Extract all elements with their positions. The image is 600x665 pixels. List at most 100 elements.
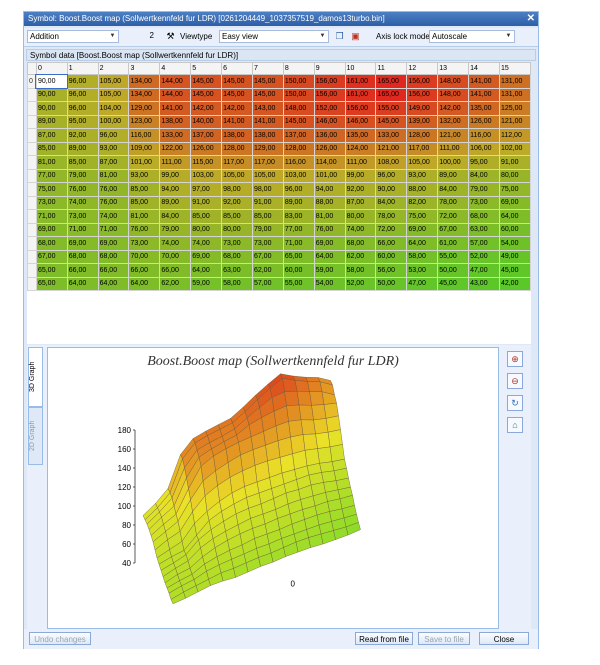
- map-cell[interactable]: 89,00: [282, 195, 315, 210]
- map-cell[interactable]: 52,00: [344, 276, 377, 291]
- map-cell[interactable]: 129,00: [251, 141, 284, 156]
- map-cell[interactable]: 117,00: [406, 141, 439, 156]
- undo-changes-button[interactable]: Undo changes: [29, 632, 91, 645]
- map-cell[interactable]: 62,00: [159, 276, 192, 291]
- map-cell[interactable]: 82,00: [406, 195, 439, 210]
- map-cell[interactable]: 71,00: [97, 222, 130, 237]
- map-cell[interactable]: 137,00: [282, 128, 315, 143]
- map-cell[interactable]: 128,00: [282, 141, 315, 156]
- map-cell[interactable]: 85,00: [128, 182, 161, 197]
- map-cell[interactable]: 97,00: [190, 182, 223, 197]
- map-cell[interactable]: 66,00: [128, 263, 161, 278]
- map-cell[interactable]: 65,00: [282, 249, 315, 264]
- map-cell[interactable]: 138,00: [159, 114, 192, 129]
- map-cell[interactable]: 93,00: [128, 168, 161, 183]
- map-cell[interactable]: 105,00: [97, 87, 130, 102]
- tab-2d-graph[interactable]: 2D Graph: [28, 407, 43, 465]
- map-cell[interactable]: 65,00: [35, 263, 68, 278]
- map-cell[interactable]: 144,00: [159, 74, 192, 89]
- map-cell[interactable]: 69,00: [313, 236, 346, 251]
- map-cell[interactable]: 50,00: [437, 263, 470, 278]
- map-cell[interactable]: 89,00: [159, 195, 192, 210]
- map-cell[interactable]: 148,00: [282, 101, 315, 116]
- map-cell[interactable]: 78,00: [437, 195, 470, 210]
- map-cell[interactable]: 96,00: [66, 101, 99, 116]
- map-cell[interactable]: 156,00: [313, 87, 346, 102]
- map-cell[interactable]: 84,00: [159, 209, 192, 224]
- map-cell[interactable]: 76,00: [313, 222, 346, 237]
- map-cell[interactable]: 74,00: [66, 195, 99, 210]
- map-cell[interactable]: 126,00: [190, 141, 223, 156]
- map-cell[interactable]: 69,00: [97, 236, 130, 251]
- map-cell[interactable]: 101,00: [313, 168, 346, 183]
- map-cell[interactable]: 104,00: [97, 101, 130, 116]
- map-cell[interactable]: 146,00: [344, 114, 377, 129]
- map-cell[interactable]: 77,00: [35, 168, 68, 183]
- map-cell[interactable]: 84,00: [375, 195, 408, 210]
- map-cell[interactable]: 84,00: [468, 168, 500, 183]
- map-cell[interactable]: 61,00: [437, 236, 470, 251]
- map-cell[interactable]: 133,00: [159, 128, 192, 143]
- map-cell[interactable]: 62,00: [344, 249, 377, 264]
- map-cell[interactable]: 76,00: [97, 182, 130, 197]
- map-cell[interactable]: 89,00: [35, 114, 68, 129]
- map-cell[interactable]: 50,00: [375, 276, 408, 291]
- map-cell[interactable]: 76,00: [97, 195, 130, 210]
- map-cell[interactable]: 105,00: [406, 155, 439, 170]
- map-cell[interactable]: 79,00: [66, 168, 99, 183]
- axis-lock-select[interactable]: Autoscale ▼: [429, 30, 515, 43]
- map-cell[interactable]: 68,00: [221, 249, 253, 264]
- map-cell[interactable]: 75,00: [406, 209, 439, 224]
- map-cell[interactable]: 47,00: [468, 263, 500, 278]
- map-cell[interactable]: 76,00: [66, 182, 99, 197]
- map-cell[interactable]: 90,00: [375, 182, 408, 197]
- map-cell[interactable]: 74,00: [344, 222, 377, 237]
- map-cell[interactable]: 91,00: [498, 155, 532, 170]
- map-cell[interactable]: 103,00: [190, 168, 223, 183]
- map-cell[interactable]: 60,00: [282, 263, 315, 278]
- map-cell[interactable]: 134,00: [128, 74, 161, 89]
- map-cell[interactable]: 105,00: [221, 168, 253, 183]
- map-cell[interactable]: 121,00: [375, 141, 408, 156]
- map-cell[interactable]: 81,00: [97, 168, 130, 183]
- map-cell[interactable]: 141,00: [468, 87, 500, 102]
- map-cell[interactable]: 121,00: [498, 114, 532, 129]
- map-cell[interactable]: 66,00: [159, 263, 192, 278]
- map-cell[interactable]: 91,00: [190, 195, 223, 210]
- map-cell[interactable]: 141,00: [251, 114, 284, 129]
- map-cell[interactable]: 57,00: [251, 276, 284, 291]
- map-cell[interactable]: 77,00: [282, 222, 315, 237]
- map-cell[interactable]: 90,00: [35, 73, 69, 89]
- map-cell[interactable]: 155,00: [375, 101, 408, 116]
- map-cell[interactable]: 96,00: [282, 182, 315, 197]
- map-cell[interactable]: 79,00: [251, 222, 284, 237]
- save-to-file-button[interactable]: Save to file: [418, 632, 470, 645]
- map-cell[interactable]: 88,00: [406, 182, 439, 197]
- map-cell[interactable]: 78,00: [375, 209, 408, 224]
- map-cell[interactable]: 95,00: [66, 114, 99, 129]
- map-cell[interactable]: 106,00: [468, 141, 500, 156]
- map-cell[interactable]: 142,00: [190, 101, 223, 116]
- map-cell[interactable]: 67,00: [251, 249, 284, 264]
- map-cell[interactable]: 132,00: [437, 114, 470, 129]
- map-cell[interactable]: 87,00: [97, 155, 130, 170]
- map-cell[interactable]: 96,00: [66, 74, 99, 89]
- map-cell[interactable]: 94,00: [313, 182, 346, 197]
- map-cell[interactable]: 125,00: [498, 101, 532, 116]
- map-cell[interactable]: 148,00: [437, 87, 470, 102]
- map-cell[interactable]: 89,00: [66, 141, 99, 156]
- read-from-file-button[interactable]: Read from file: [355, 632, 413, 645]
- map-cell[interactable]: 85,00: [128, 195, 161, 210]
- map-cell[interactable]: 138,00: [251, 128, 284, 143]
- map-cell[interactable]: 93,00: [406, 168, 439, 183]
- map-cell[interactable]: 42,00: [498, 276, 532, 291]
- map-cell[interactable]: 98,00: [221, 182, 253, 197]
- map-cell[interactable]: 92,00: [344, 182, 377, 197]
- map-cell[interactable]: 141,00: [159, 101, 192, 116]
- map-cell[interactable]: 75,00: [498, 182, 532, 197]
- map-cell[interactable]: 45,00: [437, 276, 470, 291]
- map-cell[interactable]: 89,00: [437, 168, 470, 183]
- map-cell[interactable]: 81,00: [313, 209, 346, 224]
- map-cell[interactable]: 73,00: [66, 209, 99, 224]
- map-cell[interactable]: 145,00: [221, 87, 253, 102]
